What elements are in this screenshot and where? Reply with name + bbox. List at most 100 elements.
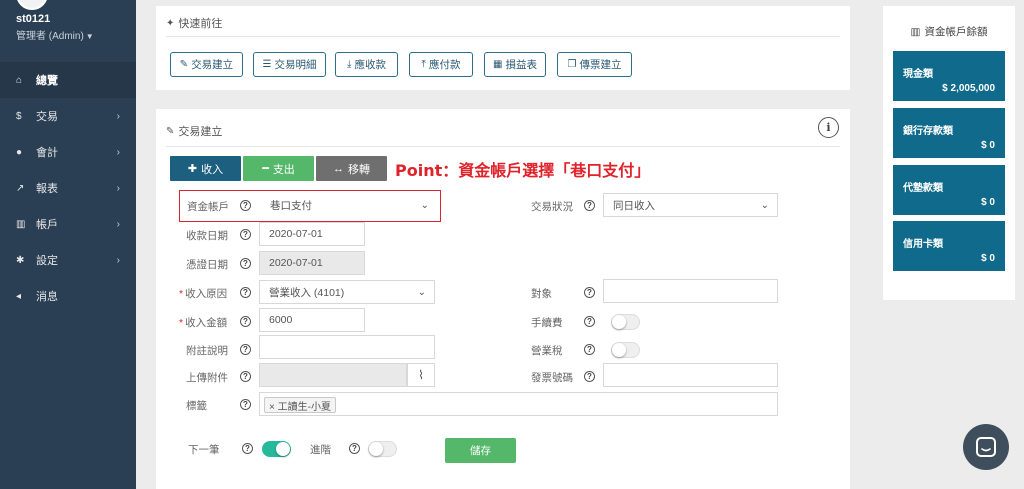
help-icon[interactable]: ? — [584, 371, 595, 382]
next-label: 下一筆 — [188, 444, 220, 456]
nav-item-reports[interactable]: ↗ 報表 › — [0, 170, 136, 206]
nav-item-accounting[interactable]: ● 會計 › — [0, 134, 136, 170]
quick-links-panel: ✦ 快速前往 — [156, 6, 850, 90]
amount-value: 6000 — [269, 314, 293, 326]
target-label: 對象 — [531, 288, 552, 300]
tab-label: 收入 — [201, 163, 224, 176]
trade-status-value: 同日收入 — [613, 199, 655, 212]
quick-create-transaction-button[interactable]: ✎ 交易建立 — [170, 52, 243, 77]
help-icon[interactable]: ? — [240, 229, 251, 240]
help-icon[interactable]: ? — [240, 258, 251, 269]
point-annotation: Point：資金帳戶選擇「巷口支付」 — [395, 161, 651, 180]
nav-item-accounts[interactable]: ▥ 帳戶 › — [0, 206, 136, 242]
balance-card-value: $ 2,005,000 — [942, 83, 995, 94]
target-input[interactable] — [603, 279, 778, 303]
nav-label: 報表 — [36, 183, 58, 195]
bank-icon: ▥ — [16, 218, 26, 230]
balance-card-name: 信用卡類 — [903, 239, 943, 250]
balance-card-name: 銀行存款類 — [903, 126, 953, 137]
help-icon[interactable]: ? — [242, 443, 253, 454]
account-select[interactable]: 巷口支付 ⌄ — [261, 193, 437, 217]
toggle-knob — [276, 442, 290, 456]
form-title: ✎ 交易建立 — [166, 123, 222, 139]
help-icon[interactable]: ? — [584, 316, 595, 327]
quick-transaction-detail-button[interactable]: ☰ 交易明細 — [253, 52, 326, 77]
divider — [166, 36, 840, 37]
help-icon[interactable]: ? — [240, 371, 251, 382]
balance-card-advance[interactable]: 代墊款類 $ 0 — [893, 165, 1005, 215]
required-mark: * — [179, 317, 184, 329]
remark-input[interactable] — [259, 335, 435, 359]
home-icon: ⌂ — [16, 74, 23, 86]
help-icon[interactable]: ? — [240, 344, 251, 355]
megaphone-icon: ◂ — [16, 290, 22, 302]
nav-label: 交易 — [36, 111, 58, 123]
help-icon[interactable]: ? — [584, 344, 595, 355]
nav-item-settings[interactable]: ✱ 設定 › — [0, 242, 136, 278]
nav-item-overview[interactable]: ⌂ 總覽 — [0, 62, 136, 98]
quick-receivable-button[interactable]: ⤓ 應收款 — [335, 52, 398, 77]
receive-date-input[interactable]: 2020-07-01 — [259, 222, 365, 246]
balance-card-value: $ 0 — [981, 197, 995, 208]
user-role-dropdown[interactable]: 管理者 (Admin) ▼ — [16, 27, 94, 42]
list-icon: ☰ — [262, 59, 272, 70]
hand-money-icon: ⤓ — [347, 59, 352, 70]
quick-payable-button[interactable]: ⤒ 應付款 — [409, 52, 473, 77]
balance-card-name: 現金類 — [903, 69, 933, 80]
help-icon[interactable]: ? — [584, 200, 595, 211]
reason-select[interactable]: 營業收入 (4101) ⌄ — [259, 280, 435, 304]
help-icon[interactable]: ? — [349, 443, 360, 454]
info-icon[interactable]: i — [818, 117, 839, 138]
help-icon[interactable]: ? — [240, 200, 251, 211]
balance-title-text: 資金帳戶餘額 — [924, 26, 988, 38]
copy-icon: ❐ — [567, 59, 577, 70]
help-icon[interactable]: ? — [240, 316, 251, 327]
quick-income-statement-button[interactable]: ▦ 損益表 — [484, 52, 546, 77]
hand-pay-icon: ⤒ — [421, 59, 426, 70]
nav-item-news[interactable]: ◂ 消息 — [0, 278, 136, 314]
balance-title: ▥ 資金帳戶餘額 — [883, 24, 1015, 39]
tab-expense[interactable]: ━ 支出 — [243, 156, 314, 181]
button-label: 應付款 — [428, 59, 461, 71]
invoice-input[interactable] — [603, 363, 778, 387]
trade-status-select[interactable]: 同日收入 ⌄ — [603, 193, 778, 217]
tab-income[interactable]: ✚ 收入 — [170, 156, 241, 181]
nav-item-transactions[interactable]: $ 交易 › — [0, 98, 136, 134]
remark-label: 附註說明 — [186, 345, 228, 357]
account-label: 資金帳戶 — [187, 201, 229, 213]
attachment-input[interactable] — [259, 363, 407, 387]
nav-label: 會計 — [36, 147, 58, 159]
trade-status-label: 交易狀況 — [531, 201, 573, 213]
reason-label: * 收入原因 — [179, 286, 227, 301]
tab-transfer[interactable]: ↔ 移轉 — [316, 156, 387, 181]
next-entry-toggle[interactable] — [262, 441, 291, 457]
toggle-knob — [369, 442, 383, 456]
attachment-button[interactable]: ⌇ — [407, 363, 435, 387]
avatar[interactable] — [16, 0, 48, 10]
help-icon[interactable]: ? — [240, 399, 251, 410]
save-button[interactable]: 儲存 — [445, 438, 516, 463]
help-icon[interactable]: ? — [584, 287, 595, 298]
balance-card-bank[interactable]: 銀行存款類 $ 0 — [893, 108, 1005, 158]
balance-card-credit[interactable]: 信用卡類 $ 0 — [893, 221, 1005, 271]
chat-widget-button[interactable] — [963, 424, 1009, 470]
user-name: st0121 — [16, 13, 51, 25]
balance-card-cash[interactable]: 現金類 $ 2,005,000 — [893, 51, 1005, 101]
voucher-date-input: 2020-07-01 — [259, 251, 365, 275]
advanced-toggle[interactable] — [368, 441, 397, 457]
tab-label: 支出 — [272, 163, 295, 176]
chat-icon — [976, 437, 996, 457]
fee-toggle[interactable] — [611, 314, 640, 330]
tag-chip[interactable]: × 工讀生-小夏 — [264, 397, 336, 413]
chevron-down-icon: ⌄ — [420, 199, 429, 211]
balance-panel: ▥ 資金帳戶餘額 現金類 $ 2,005,000 銀行存款類 $ 0 代墊款類 $ 0 … — [883, 6, 1015, 300]
tax-toggle[interactable] — [611, 342, 640, 358]
amount-input[interactable]: 6000 — [259, 308, 365, 332]
quick-voucher-create-button[interactable]: ❐ 傳票建立 — [557, 52, 632, 77]
chart-icon: ↗ — [16, 182, 25, 194]
chevron-right-icon: › — [116, 218, 120, 230]
help-icon[interactable]: ? — [240, 287, 251, 298]
tags-input[interactable] — [259, 392, 778, 416]
receive-date-value: 2020-07-01 — [269, 228, 323, 240]
voucher-date-label: 憑證日期 — [186, 259, 228, 271]
